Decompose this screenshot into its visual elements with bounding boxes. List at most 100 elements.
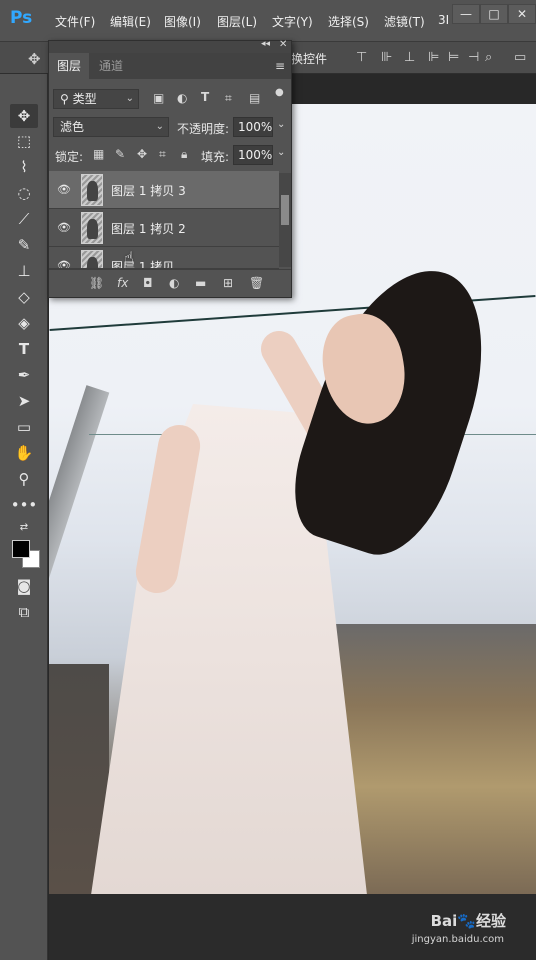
opacity-chevron-icon[interactable]: ⌄ [277, 119, 285, 130]
layers-scrollbar[interactable] [279, 173, 291, 267]
foreground-color-swatch[interactable] [12, 540, 30, 558]
eraser-tool-icon[interactable]: ◇ [10, 285, 38, 309]
lock-artboard-icon[interactable]: ⌗ [159, 147, 166, 162]
photoshop-logo: Ps [10, 8, 33, 28]
path-select-tool-icon[interactable]: ➤ [10, 389, 38, 413]
lasso-tool-icon[interactable]: ⌇ [10, 155, 38, 179]
tab-channels[interactable]: 通道 [91, 53, 131, 79]
align-vcenter-icon[interactable]: ⊪ [381, 50, 392, 65]
layer-name[interactable]: 图层 1 拷贝 2 [111, 220, 186, 237]
panel-header[interactable]: ◂◂ ✕ [49, 39, 291, 53]
lock-all-icon[interactable]: 🔒︎ [181, 147, 187, 162]
layer-row[interactable]: 👁︎ 图层 1 拷贝 3 [49, 171, 279, 209]
align-bottom-icon[interactable]: ⊥ [404, 50, 415, 65]
visibility-eye-icon[interactable]: 👁︎ [57, 183, 71, 196]
more-tools-icon[interactable]: ••• [10, 493, 38, 517]
menu-layer[interactable]: 图层(L) [217, 13, 257, 30]
hand-cursor-icon: ☝ [124, 248, 134, 267]
delete-layer-icon[interactable]: 🗑︎ [249, 276, 264, 290]
new-group-icon[interactable]: ▬ [195, 276, 206, 290]
swap-colors-icon[interactable]: ⇄ [10, 516, 38, 540]
fx-icon[interactable]: fx [117, 276, 128, 290]
pen-tool-icon[interactable]: ✒ [10, 363, 38, 387]
lock-transparent-icon[interactable]: ▦ [93, 147, 104, 161]
opacity-input[interactable]: 100% [233, 117, 273, 137]
marquee-tool-icon[interactable]: ⬚ [10, 129, 38, 153]
collapse-icon[interactable]: ◂◂ [261, 39, 270, 49]
quick-mask-icon[interactable]: ◙ [10, 574, 38, 598]
blend-mode-select[interactable]: 滤色 ⌄ [53, 117, 169, 137]
panel-menu-icon[interactable]: ≡ [275, 59, 285, 73]
filter-smart-object-icon[interactable]: ▤ [249, 91, 260, 105]
fill-label: 填充: [201, 150, 230, 164]
new-layer-icon[interactable]: ⊞ [223, 276, 233, 290]
layer-name[interactable]: 图层 1 拷贝 [111, 258, 174, 268]
layer-filter-select[interactable]: ⚲ 类型 ⌄ [53, 89, 139, 109]
baidu-logo: Bai🐾经验 [430, 912, 506, 930]
menu-file[interactable]: 文件(F) [55, 13, 95, 30]
filter-pixel-icon[interactable]: ▣ [153, 91, 164, 105]
close-panel-icon[interactable]: ✕ [279, 39, 287, 50]
workspace-icon[interactable]: ▭ [514, 50, 526, 65]
lock-position-icon[interactable]: ✥ [137, 147, 147, 161]
tab-layers[interactable]: 图层 [49, 53, 90, 79]
screen-mode-icon[interactable]: ⧉ [10, 600, 38, 624]
maximize-button[interactable]: □ [480, 4, 508, 24]
visibility-eye-icon[interactable]: 👁︎ [57, 259, 71, 268]
move-icon[interactable]: ✥ [28, 50, 41, 68]
dodge-tool-icon[interactable]: ◈ [10, 311, 38, 335]
layer-thumbnail [81, 174, 103, 206]
menu-edit[interactable]: 编辑(E) [110, 13, 151, 30]
align-top-icon[interactable]: ⊤ [356, 50, 367, 65]
stamp-tool-icon[interactable]: ⊥ [10, 259, 38, 283]
layer-name[interactable]: 图层 1 拷贝 3 [111, 182, 186, 199]
filter-type-icon[interactable]: T [201, 90, 209, 104]
search-icon[interactable]: ⌕ [485, 50, 492, 65]
adjustment-layer-icon[interactable]: ◐ [169, 276, 179, 290]
menu-select[interactable]: 选择(S) [328, 13, 369, 30]
hand-tool-icon[interactable]: ✋ [10, 441, 38, 465]
link-layers-icon[interactable]: ⛓ [89, 276, 104, 290]
layer-thumbnail [81, 212, 103, 244]
minimize-button[interactable]: — [452, 4, 480, 24]
lock-label: 锁定: [55, 150, 84, 164]
layers-panel: ◂◂ ✕ 图层 通道 ≡ ⚲ 类型 ⌄ ▣ ◐ T ⌗ ▤ ● 滤色 ⌄ 不透明… [48, 39, 292, 298]
add-mask-icon[interactable]: ◘ [143, 276, 153, 290]
menu-type[interactable]: 文字(Y) [272, 13, 313, 30]
brush-tool-icon[interactable]: ✎ [10, 233, 38, 257]
filter-label: 类型 [72, 92, 97, 106]
quick-select-tool-icon[interactable]: ◌ [10, 181, 38, 205]
scrollbar-thumb[interactable] [281, 195, 289, 225]
fill-input[interactable]: 100% [233, 145, 273, 165]
chevron-down-icon: ⌄ [155, 121, 164, 132]
layers-panel-footer: ⛓ fx ◘ ◐ ▬ ⊞ 🗑︎ [49, 269, 291, 297]
tools-panel: ✥ ⬚ ⌇ ◌ ⟋ ✎ ⊥ ◇ ◈ T ✒ ➤ ▭ ✋ ⚲ ••• ⇄ ◙ ⧉ [0, 74, 48, 960]
layer-thumbnail [81, 250, 103, 268]
search-icon: ⚲ [60, 92, 73, 106]
transform-controls-label[interactable]: 换控件 [291, 50, 327, 67]
align-hcenter-icon[interactable]: ⊨ [448, 50, 459, 65]
layer-row[interactable]: 👁︎ 图层 1 拷贝 2 [49, 209, 279, 247]
eyedropper-tool-icon[interactable]: ⟋ [10, 207, 38, 231]
close-button[interactable]: ✕ [508, 4, 536, 24]
visibility-eye-icon[interactable]: 👁︎ [57, 221, 71, 234]
layer-row[interactable]: 👁︎ 图层 1 拷贝 [49, 247, 279, 269]
fill-chevron-icon[interactable]: ⌄ [277, 147, 285, 158]
zoom-tool-icon[interactable]: ⚲ [10, 467, 38, 491]
type-tool-icon[interactable]: T [10, 337, 38, 361]
menu-filter[interactable]: 滤镜(T) [384, 13, 425, 30]
align-left-icon[interactable]: ⊫ [428, 50, 439, 65]
align-right-icon[interactable]: ⊣ [468, 50, 479, 65]
menu-bar: Ps 文件(F) 编辑(E) 图像(I) 图层(L) 文字(Y) 选择(S) 滤… [0, 0, 536, 42]
move-tool-icon[interactable]: ✥ [10, 104, 38, 128]
photo-pole [49, 385, 110, 583]
filter-toggle-icon[interactable]: ● [275, 87, 284, 98]
rectangle-tool-icon[interactable]: ▭ [10, 415, 38, 439]
blend-mode-value: 滤色 [60, 120, 85, 134]
menu-image[interactable]: 图像(I) [164, 13, 201, 30]
filter-shape-icon[interactable]: ⌗ [225, 91, 232, 106]
filter-adjustment-icon[interactable]: ◐ [177, 91, 187, 105]
lock-image-icon[interactable]: ✎ [115, 147, 125, 161]
watermark-url: jingyan.baidu.com [411, 934, 504, 945]
menu-3d[interactable]: 3I [438, 13, 449, 27]
